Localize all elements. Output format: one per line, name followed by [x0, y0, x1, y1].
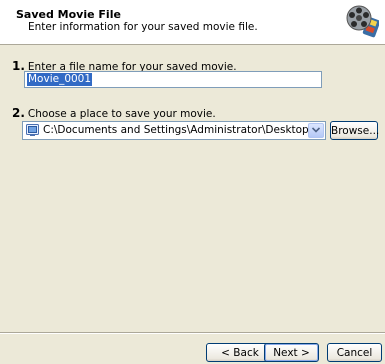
wizard-header: Saved Movie File Enter information for y…: [0, 0, 385, 45]
browse-button[interactable]: Browse...: [330, 121, 379, 140]
page-title: Saved Movie File: [16, 8, 121, 21]
filename-input[interactable]: Movie_0001: [24, 71, 322, 88]
save-location-dropdown[interactable]: C:\Documents and Settings\Administrator\…: [22, 121, 326, 140]
footer-divider: [0, 332, 385, 334]
step-2-text: Choose a place to save your movie.: [27, 108, 216, 120]
chevron-down-icon[interactable]: [308, 123, 324, 138]
film-reel-icon: [345, 4, 381, 38]
step-1-number: 1.: [12, 59, 25, 73]
filename-value[interactable]: Movie_0001: [27, 73, 93, 86]
step-2-label: 2. Choose a place to save your movie.: [12, 106, 216, 120]
folder-icon: [26, 124, 39, 136]
step-2-number: 2.: [12, 106, 25, 120]
cancel-button[interactable]: Cancel: [327, 343, 382, 362]
save-location-value: C:\Documents and Settings\Administrator\…: [43, 124, 309, 136]
next-button[interactable]: Next >: [264, 343, 319, 362]
page-subtitle: Enter information for your saved movie f…: [28, 21, 258, 33]
